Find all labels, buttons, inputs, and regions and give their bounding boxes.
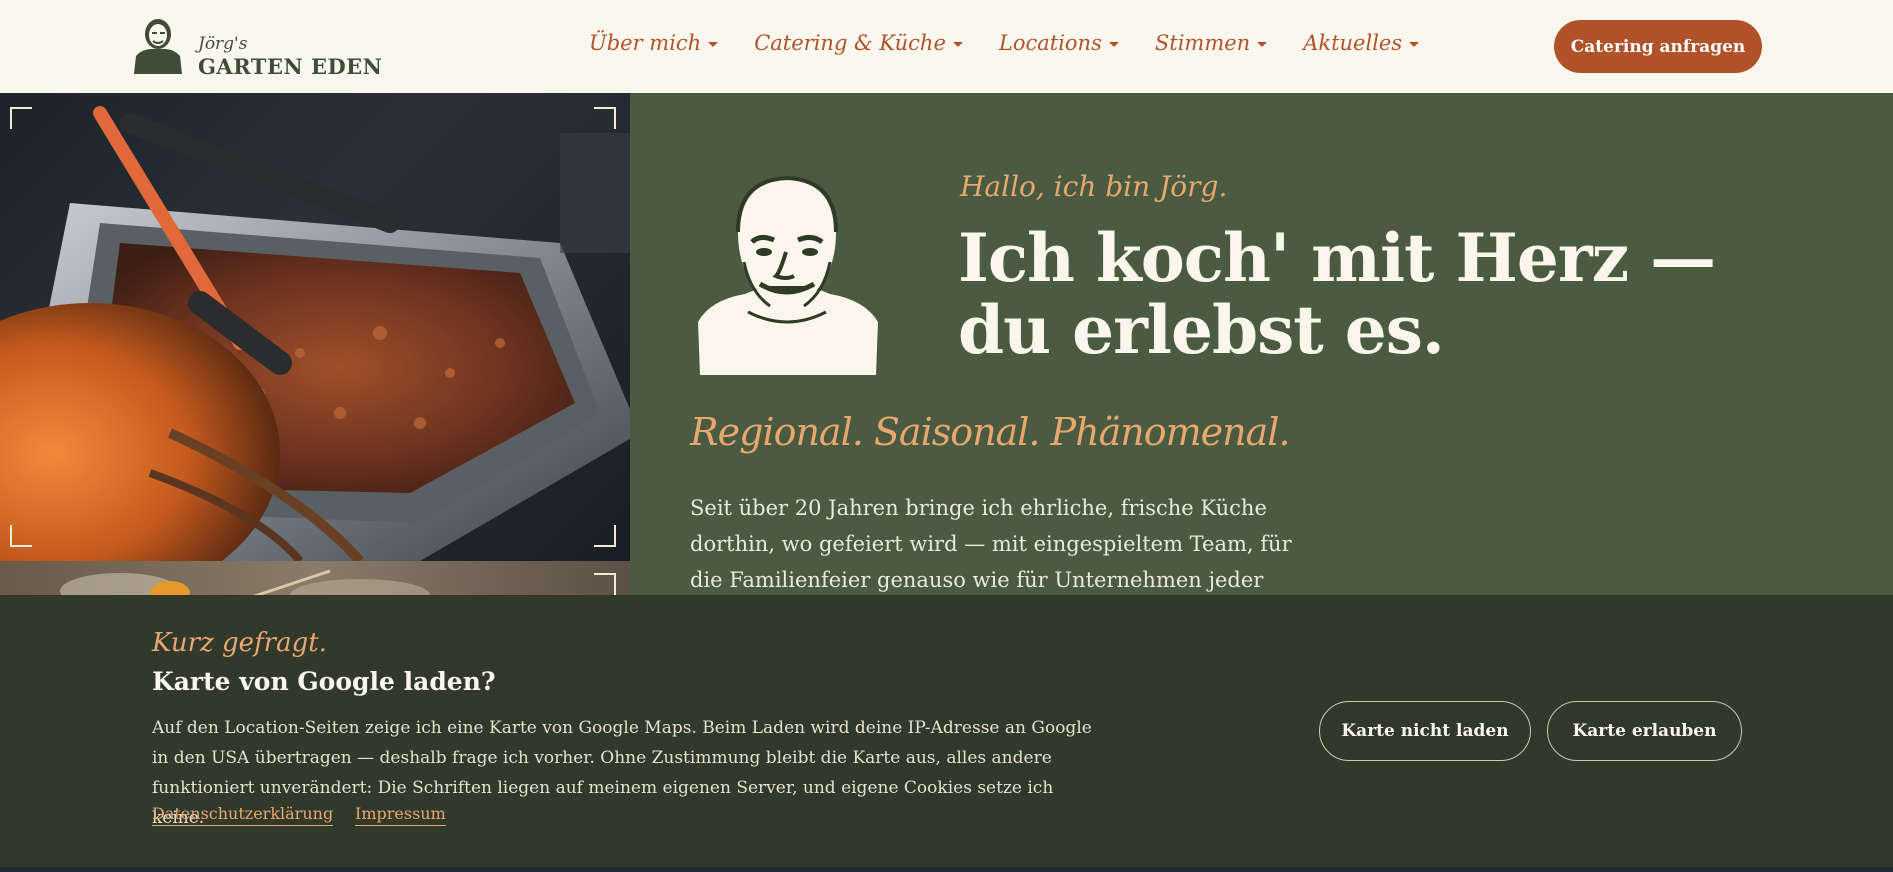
main-nav: Über mich Catering & Küche Locations Sti… (589, 28, 1455, 58)
chef-portrait-icon (134, 19, 182, 74)
chevron-down-icon (952, 42, 963, 47)
nav-item-aktuelles[interactable]: Aktuelles (1303, 28, 1420, 58)
hero-intro-text: Seit über 20 Jahren bringe ich ehrliche,… (690, 496, 1292, 592)
nav-item-label: Locations (998, 31, 1102, 55)
joerg-portrait-illustration (698, 175, 878, 375)
page-bottom-strip (0, 867, 1893, 872)
frame-corner (594, 107, 616, 129)
consent-title: Karte von Google laden? (152, 667, 496, 696)
nav-item-label: Catering & Küche (754, 31, 946, 55)
food-photo-chafing-dish (0, 93, 630, 561)
privacy-policy-link[interactable]: Datenschutzerklärung (152, 804, 334, 826)
frame-corner (10, 525, 32, 547)
nav-item-ueber-mich[interactable]: Über mich (589, 28, 719, 58)
food-photo-illustration (0, 106, 630, 561)
allow-map-button[interactable]: Karte erlauben (1547, 701, 1742, 761)
nav-item-label: Über mich (589, 31, 702, 55)
site-header: Jörg's GARTEN EDEN Über mich Catering & … (0, 0, 1893, 93)
frame-corner (594, 525, 616, 547)
site-logo[interactable]: Jörg's GARTEN EDEN (132, 16, 382, 79)
frame-corner (10, 107, 32, 129)
nav-item-label: Stimmen (1154, 31, 1251, 55)
chevron-down-icon (1409, 42, 1420, 47)
nav-item-catering-kueche[interactable]: Catering & Küche (754, 28, 963, 58)
hero-headline: Ich koch' mit Herz — du erlebst es. (958, 219, 1716, 369)
consent-kicker: Kurz gefragt. (152, 628, 327, 658)
decline-map-button[interactable]: Karte nicht laden (1319, 701, 1531, 761)
chevron-down-icon (1257, 42, 1268, 47)
logo-wordmark: GARTEN EDEN (198, 54, 383, 79)
imprint-link[interactable]: Impressum (355, 804, 446, 826)
logo-tagline: Jörg's (198, 34, 248, 54)
nav-item-label: Aktuelles (1303, 31, 1403, 55)
hero-tagline: Regional. Saisonal. Phänomenal. (690, 410, 1290, 454)
nav-item-locations[interactable]: Locations (999, 28, 1119, 58)
catering-request-button[interactable]: Catering anfragen (1554, 20, 1762, 73)
chevron-down-icon (708, 42, 719, 47)
hero-greeting: Hallo, ich bin Jörg. (960, 170, 1228, 203)
chevron-down-icon (1108, 42, 1119, 47)
nav-item-stimmen[interactable]: Stimmen (1154, 28, 1268, 58)
